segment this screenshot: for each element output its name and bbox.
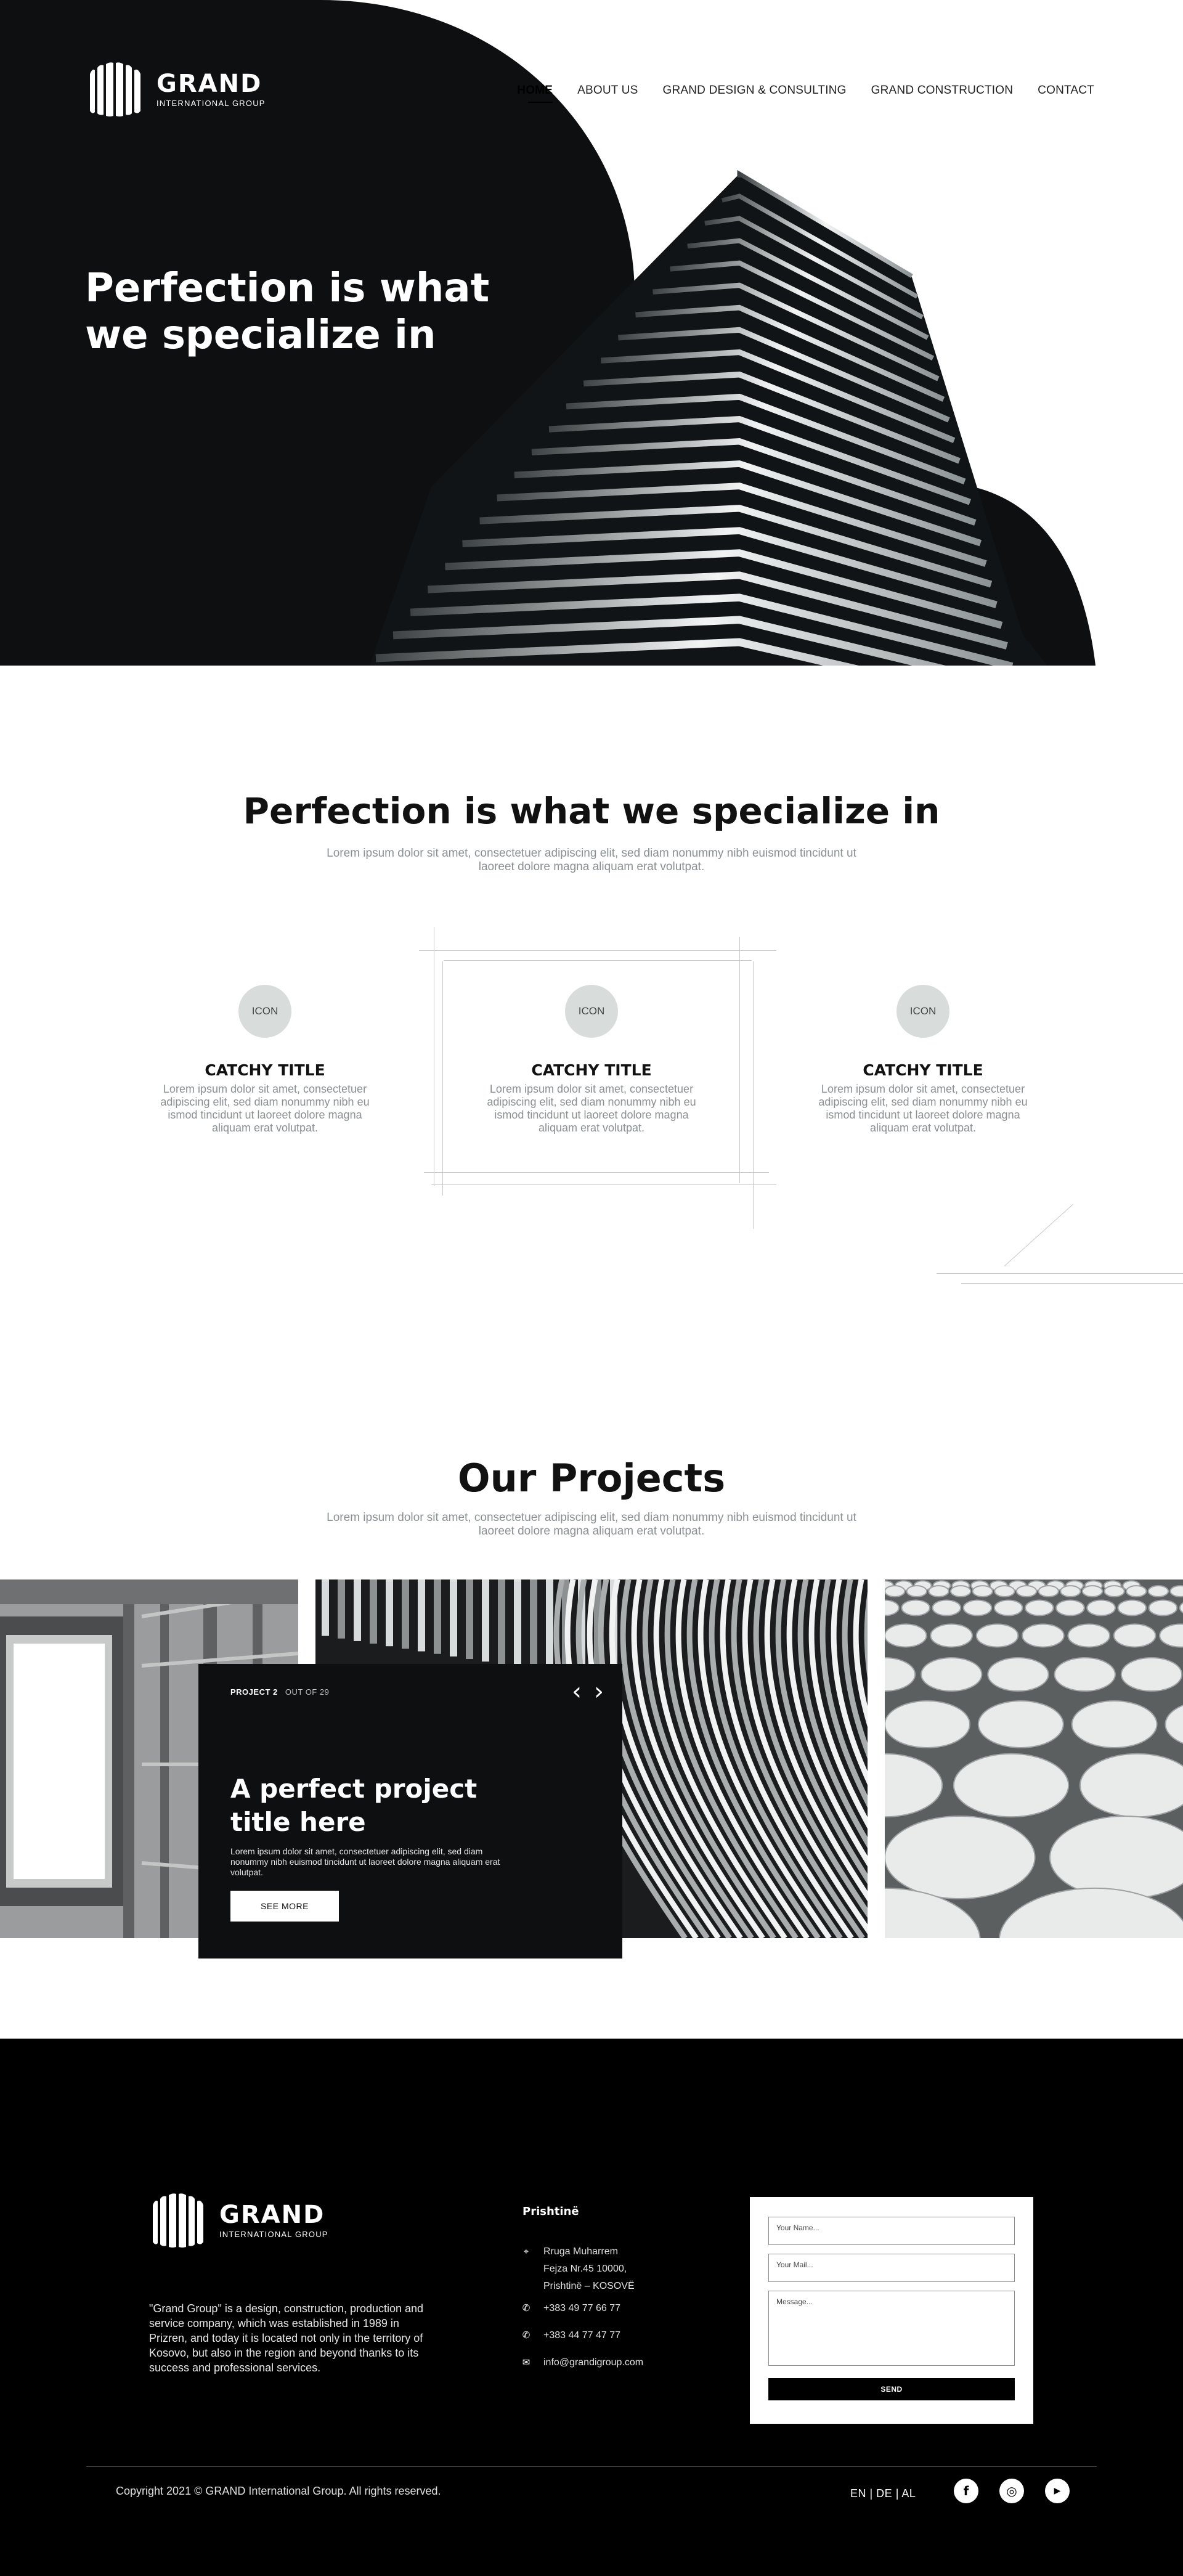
footer-city: Prishtinë	[522, 2205, 579, 2218]
logo-name: GRAND	[157, 69, 262, 98]
project-image-discs[interactable]	[885, 1579, 1183, 1938]
mail-icon: ✉	[522, 2357, 531, 2368]
decor-line	[937, 1273, 1183, 1274]
address-line: Fejza Nr.45 10000,	[543, 2264, 627, 2274]
email-address: info@grandigroup.com	[543, 2357, 644, 2368]
project-card: PROJECT 2 OUT OF 29 ‹ › A perfect projec…	[198, 1664, 622, 1958]
name-input[interactable]: Your Name...	[768, 2217, 1015, 2245]
footer-address: ⌖ Rruga Muharrem Fejza Nr.45 10000, Pris…	[520, 2243, 635, 2295]
hero-title: Perfection is what we specialize in	[85, 266, 490, 358]
footer-logo[interactable]: GRAND INTERNATIONAL GROUP	[149, 2193, 328, 2248]
logo-subtitle: INTERNATIONAL GROUP	[219, 2229, 328, 2239]
prev-arrow-icon[interactable]: ‹	[572, 1679, 582, 1704]
next-arrow-icon[interactable]: ›	[594, 1679, 604, 1704]
language-switcher[interactable]: EN | DE | AL	[850, 2487, 916, 2500]
nav-item-construction[interactable]: GRAND CONSTRUCTION	[871, 84, 1014, 97]
project-total: OUT OF 29	[285, 1687, 330, 1697]
project-arrows: ‹ ›	[572, 1679, 604, 1704]
feature-title: CATCHY TITLE	[205, 1061, 325, 1079]
feature-card: ICON CATCHY TITLE Lorem ipsum dolor sit …	[481, 985, 702, 1135]
decor-line	[739, 937, 740, 1183]
footer: GRAND INTERNATIONAL GROUP "Grand Group" …	[0, 2039, 1183, 2576]
project-description: Lorem ipsum dolor sit amet, consectetuer…	[230, 1846, 500, 1877]
address-line: Rruga Muharrem	[543, 2246, 618, 2257]
facebook-icon[interactable]: f	[954, 2479, 978, 2503]
message-textarea[interactable]: Message...	[768, 2291, 1015, 2366]
instagram-icon[interactable]: ◎	[999, 2479, 1024, 2503]
logo-mark-icon	[153, 2193, 203, 2248]
see-more-button[interactable]: SEE MORE	[230, 1891, 339, 1922]
contact-form: Your Name... Your Mail... Message... SEN…	[750, 2197, 1033, 2424]
project-counter: PROJECT 2 OUT OF 29	[230, 1687, 590, 1697]
feature-text: Lorem ipsum dolor sit amet, consectetuer…	[160, 1083, 370, 1134]
feature-icon: ICON	[896, 985, 949, 1038]
project-title: A perfect project title here	[230, 1774, 478, 1837]
footer-about: "Grand Group" is a design, construction,…	[149, 2302, 424, 2374]
feature-icon: ICON	[238, 985, 291, 1038]
decor-line	[961, 1283, 1183, 1284]
decor-line	[419, 950, 776, 951]
footer-divider	[86, 2466, 1097, 2467]
main-nav: HOME ABOUT US GRAND DESIGN & CONSULTING …	[517, 84, 1094, 103]
feature-card: ICON CATCHY TITLE Lorem ipsum dolor sit …	[154, 985, 376, 1135]
feature-text: Lorem ipsum dolor sit amet, consectetuer…	[487, 1083, 696, 1134]
mail-input[interactable]: Your Mail...	[768, 2254, 1015, 2282]
nav-item-design-consulting[interactable]: GRAND DESIGN & CONSULTING	[662, 84, 846, 97]
decor-line	[444, 960, 752, 961]
logo-mark-icon	[90, 62, 140, 116]
footer-phone-2[interactable]: ✆ +383 44 77 47 77	[520, 2327, 620, 2344]
feature-card: ICON CATCHY TITLE Lorem ipsum dolor sit …	[812, 985, 1034, 1135]
hero-section: GRAND INTERNATIONAL GROUP HOME ABOUT US …	[0, 0, 1183, 666]
footer-phone-1[interactable]: ✆ +383 49 77 66 77	[520, 2300, 620, 2317]
decor-line	[431, 1184, 776, 1185]
feature-text: Lorem ipsum dolor sit amet, consectetuer…	[818, 1083, 1028, 1134]
footer-email[interactable]: ✉ info@grandigroup.com	[520, 2354, 643, 2371]
phone-number: +383 49 77 66 77	[543, 2303, 621, 2313]
phone-icon: ✆	[522, 2303, 531, 2313]
decor-line	[1004, 1204, 1073, 1266]
specialize-subtitle: Lorem ipsum dolor sit amet, consectetuer…	[327, 847, 856, 873]
copyright: Copyright 2021 © GRAND International Gro…	[116, 2485, 441, 2497]
feature-title: CATCHY TITLE	[863, 1061, 983, 1079]
projects-title: Our Projects	[457, 1456, 726, 1501]
decor-line	[442, 961, 443, 1196]
specialize-title: Perfection is what we specialize in	[243, 790, 940, 832]
decor-line	[424, 1172, 769, 1173]
nav-item-about-us[interactable]: ABOUT US	[577, 84, 638, 97]
youtube-icon[interactable]: ▶	[1045, 2479, 1070, 2503]
project-number: PROJECT 2	[230, 1687, 278, 1697]
projects-subtitle: Lorem ipsum dolor sit amet, consectetuer…	[327, 1511, 856, 1538]
logo-name: GRAND	[219, 2200, 325, 2229]
phone-number: +383 44 77 47 77	[543, 2330, 621, 2341]
address-line: Prishtinë – KOSOVË	[543, 2281, 635, 2291]
logo-subtitle: INTERNATIONAL GROUP	[157, 98, 266, 108]
send-button[interactable]: SEND	[768, 2378, 1015, 2400]
logo[interactable]: GRAND INTERNATIONAL GROUP	[86, 62, 266, 117]
nav-item-home[interactable]: HOME	[517, 84, 553, 103]
decor-line	[753, 961, 754, 1229]
nav-item-contact[interactable]: CONTACT	[1038, 84, 1094, 97]
location-pin-icon: ⌖	[523, 2246, 529, 2257]
feature-title: CATCHY TITLE	[531, 1061, 652, 1079]
feature-icon: ICON	[565, 985, 618, 1038]
phone-icon: ✆	[522, 2330, 531, 2341]
